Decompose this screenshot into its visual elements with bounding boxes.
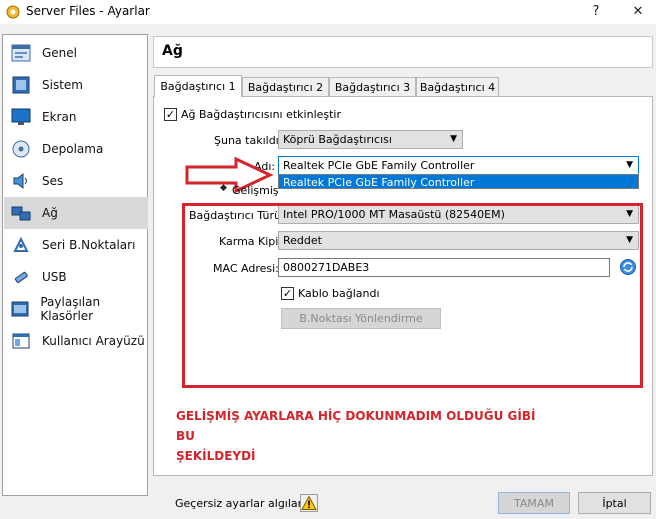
sidebar-item-usb[interactable]: USB <box>4 261 148 293</box>
sidebar-item-label: Ses <box>42 174 64 188</box>
sidebar-item-user-interface[interactable]: Kullanıcı Arayüzü <box>4 325 148 357</box>
annotation-line-2: ŞEKİLDEYDİ <box>176 449 256 463</box>
adapter-name-select[interactable]: Realtek PCIe GbE Family Controller ▼ <box>278 156 639 175</box>
annotation-red-box <box>182 203 643 388</box>
display-icon <box>10 106 32 128</box>
tab-label: Bağdaştırıcı 4 <box>419 81 496 94</box>
audio-icon <box>10 170 32 192</box>
sidebar-item-label: Ağ <box>42 206 58 220</box>
annotation-line-1: GELİŞMİŞ AYARLARA HİÇ DOKUNMADIM OLDUĞU … <box>176 409 536 443</box>
sidebar-item-label: Paylaşılan Klasörler <box>40 295 101 323</box>
help-button[interactable]: ? <box>586 2 606 22</box>
user-interface-icon <box>10 330 32 352</box>
storage-icon <box>10 138 32 160</box>
enable-adapter-label: Ağ Bağdaştırıcısını etkinleştir <box>181 108 342 121</box>
attached-to-select[interactable]: Köprü Bağdaştırıcısı ▼ <box>278 130 463 149</box>
virtualbox-app-icon <box>6 5 20 19</box>
sidebar-item-serial-ports[interactable]: Seri B.Noktaları <box>4 229 148 261</box>
tab-label: Bağdaştırıcı 3 <box>334 81 411 94</box>
settings-sidebar: Genel Sistem Ekran Depolama Ses Ağ Seri … <box>2 34 148 496</box>
usb-icon <box>10 266 32 288</box>
sidebar-item-label: Genel <box>42 46 78 60</box>
tab-adapter-1[interactable]: Bağdaştırıcı 1 <box>154 75 242 97</box>
serial-port-icon <box>10 234 32 256</box>
ok-button[interactable]: TAMAM <box>498 492 570 514</box>
advanced-expander-icon[interactable]: ◆ <box>220 183 227 193</box>
sidebar-item-label: Kullanıcı Arayüzü <box>42 334 145 348</box>
attached-to-label: Şuna takıldı: <box>214 134 283 147</box>
title-bar: Server Files - Ayarlar ? ✕ <box>0 0 656 24</box>
tab-label: Bağdaştırıcı 1 <box>160 80 236 93</box>
sidebar-item-audio[interactable]: Ses <box>4 165 148 197</box>
cancel-button[interactable]: İptal <box>578 492 651 514</box>
close-button[interactable]: ✕ <box>628 2 648 22</box>
chevron-down-icon: ▼ <box>626 160 633 170</box>
sidebar-item-general[interactable]: Genel <box>4 37 148 69</box>
tab-adapter-3[interactable]: Bağdaştırıcı 3 <box>329 77 416 97</box>
sidebar-item-label: Ekran <box>42 110 77 124</box>
sidebar-item-display[interactable]: Ekran <box>4 101 148 133</box>
sidebar-item-system[interactable]: Sistem <box>4 69 148 101</box>
general-icon <box>10 42 32 64</box>
chevron-down-icon: ▼ <box>450 134 457 144</box>
annotation-text: GELİŞMİŞ AYARLARA HİÇ DOKUNMADIM OLDUĞU … <box>176 406 556 466</box>
invalid-settings-text: Geçersiz ayarlar algılandı <box>175 497 315 510</box>
attached-to-value: Köprü Bağdaştırıcısı <box>283 133 392 146</box>
sidebar-item-shared-folders[interactable]: Paylaşılan Klasörler <box>4 293 148 325</box>
sidebar-item-storage[interactable]: Depolama <box>4 133 148 165</box>
tab-adapter-2[interactable]: Bağdaştırıcı 2 <box>242 77 329 97</box>
page-header: Ağ <box>153 36 653 68</box>
system-icon <box>10 74 32 96</box>
shared-folder-icon <box>10 298 30 320</box>
tab-label: Bağdaştırıcı 2 <box>247 81 324 94</box>
sidebar-item-label: Seri B.Noktaları <box>42 238 136 252</box>
enable-adapter-checkbox[interactable]: ✓ <box>164 108 177 121</box>
page-title: Ağ <box>162 43 183 59</box>
sidebar-item-label: Depolama <box>42 142 104 156</box>
advanced-label[interactable]: Gelişmiş <box>232 184 279 197</box>
sidebar-item-label: Sistem <box>42 78 83 92</box>
network-icon <box>10 202 32 224</box>
sidebar-item-network[interactable]: Ağ <box>4 197 148 229</box>
sidebar-item-label: USB <box>42 270 67 284</box>
adapter-name-value: Realtek PCIe GbE Family Controller <box>283 159 475 172</box>
adapter-name-dropdown-option[interactable]: Realtek PCIe GbE Family Controller <box>278 174 639 189</box>
window-title: Server Files - Ayarlar <box>26 4 150 18</box>
warning-icon[interactable] <box>300 494 318 512</box>
tab-adapter-4[interactable]: Bağdaştırıcı 4 <box>416 77 499 97</box>
